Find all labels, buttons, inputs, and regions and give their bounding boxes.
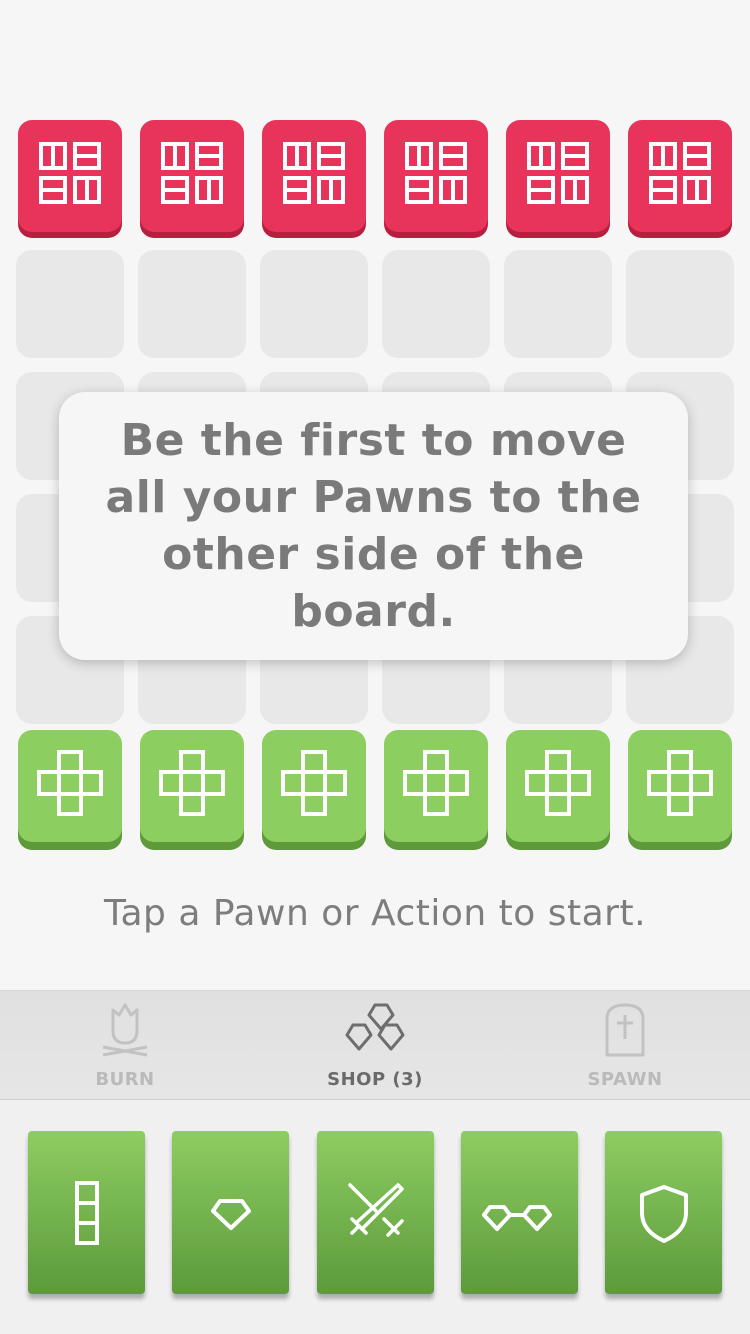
board-cell[interactable] <box>382 250 490 358</box>
action-card-swords[interactable] <box>317 1131 434 1294</box>
window-grid-icon <box>649 142 711 204</box>
crossed-swords-icon <box>347 1182 404 1237</box>
board-cell[interactable] <box>626 250 734 358</box>
column-icon <box>74 1180 99 1245</box>
opponent-pawn[interactable] <box>262 120 366 232</box>
player-pawn[interactable] <box>384 730 488 842</box>
action-card-tray <box>0 1100 750 1334</box>
action-card-column[interactable] <box>28 1131 145 1294</box>
action-tabs: BURN SHOP (3) SPAWN <box>0 990 750 1100</box>
window-grid-icon <box>527 142 589 204</box>
opponent-pawn[interactable] <box>140 120 244 232</box>
board-cell[interactable] <box>504 250 612 358</box>
board-cell[interactable] <box>16 250 124 358</box>
double-gem-icon <box>481 1204 552 1231</box>
action-card-double-gem[interactable] <box>461 1131 578 1294</box>
opponent-pawn[interactable] <box>628 120 732 232</box>
player-pawn[interactable] <box>506 730 610 842</box>
cross-grid-icon <box>647 750 713 816</box>
start-hint: Tap a Pawn or Action to start. <box>103 893 647 934</box>
player-pawn[interactable] <box>262 730 366 842</box>
tooltip-text: Be the first to move all your Pawns to t… <box>105 415 642 637</box>
tombstone-icon <box>605 1003 645 1057</box>
action-card-gem[interactable] <box>172 1131 289 1294</box>
tab-shop-label: SHOP (3) <box>327 1069 423 1090</box>
cross-grid-icon <box>281 750 347 816</box>
tab-spawn[interactable]: SPAWN <box>500 991 750 1101</box>
gem-icon <box>210 1198 251 1230</box>
gems-icon <box>345 1003 405 1051</box>
game-board: Be the first to move all your Pawns to t… <box>0 0 750 860</box>
window-grid-icon <box>405 142 467 204</box>
cross-grid-icon <box>37 750 103 816</box>
window-grid-icon <box>39 142 101 204</box>
tutorial-tooltip[interactable]: Be the first to move all your Pawns to t… <box>59 392 688 660</box>
window-grid-icon <box>161 142 223 204</box>
opponent-pawn[interactable] <box>506 120 610 232</box>
cross-grid-icon <box>159 750 225 816</box>
tab-burn[interactable]: BURN <box>0 991 250 1101</box>
player-pawn[interactable] <box>628 730 732 842</box>
player-pawn[interactable] <box>18 730 122 842</box>
tab-shop[interactable]: SHOP (3) <box>250 991 500 1101</box>
board-cell[interactable] <box>260 250 368 358</box>
opponent-pawn[interactable] <box>384 120 488 232</box>
cross-grid-icon <box>403 750 469 816</box>
cross-grid-icon <box>525 750 591 816</box>
player-pawn[interactable] <box>140 730 244 842</box>
action-card-shield[interactable] <box>605 1131 722 1294</box>
board-cell[interactable] <box>138 250 246 358</box>
shield-icon <box>639 1184 688 1243</box>
tab-burn-label: BURN <box>95 1069 155 1090</box>
window-grid-icon <box>283 142 345 204</box>
opponent-pawn[interactable] <box>18 120 122 232</box>
tab-spawn-label: SPAWN <box>587 1069 663 1090</box>
fire-icon <box>102 1003 148 1057</box>
